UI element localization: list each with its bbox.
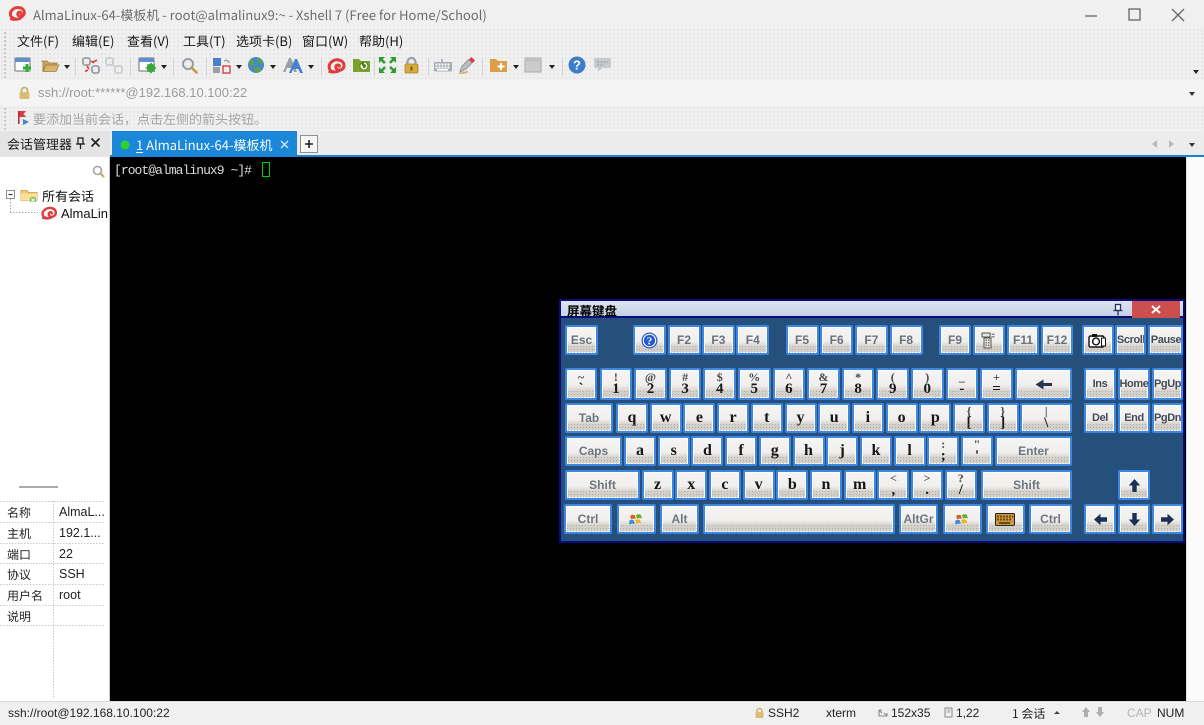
svg-text:?: ? (573, 58, 581, 73)
svg-text:?: ? (647, 335, 653, 347)
